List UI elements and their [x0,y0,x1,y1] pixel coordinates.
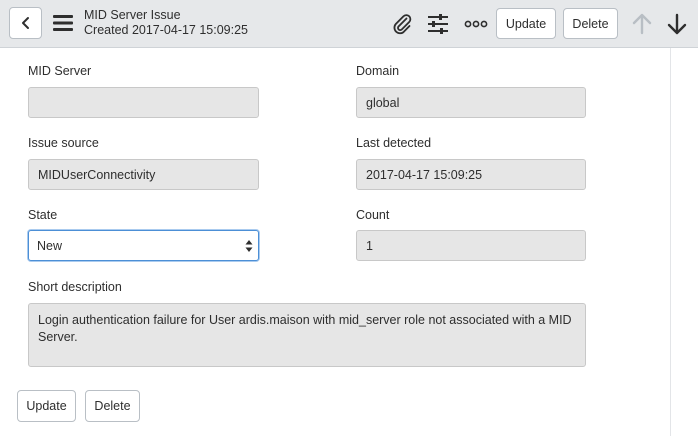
last-detected-field[interactable]: 2017-04-17 15:09:25 [356,159,586,190]
domain-label: Domain [356,64,400,78]
back-button[interactable] [9,7,42,39]
page-title: MID Server Issue [84,8,181,22]
state-select[interactable]: New [28,230,259,261]
paperclip-icon[interactable] [390,12,414,36]
short-description-label: Short description [28,280,122,294]
more-icon[interactable] [464,12,488,36]
select-arrows-icon [245,240,253,252]
count-field[interactable]: 1 [356,230,586,261]
arrow-up-icon[interactable] [630,12,654,36]
arrow-down-icon[interactable] [665,12,689,36]
mid-server-field[interactable] [28,87,259,118]
header-delete-button[interactable]: Delete [563,8,618,39]
state-selected-value: New [37,238,63,253]
short-description-field[interactable]: Login authentication failure for User ar… [28,303,586,367]
count-label: Count [356,208,390,222]
mid-server-label: MID Server [28,64,92,78]
last-detected-label: Last detected [356,136,432,150]
sliders-icon[interactable] [426,12,450,36]
domain-field[interactable]: global [356,87,586,118]
footer-delete-button[interactable]: Delete [85,390,140,422]
issue-source-label: Issue source [28,136,99,150]
header-update-button[interactable]: Update [496,8,556,39]
form-header: MID Server Issue Created 2017-04-17 15:0… [0,0,698,48]
back-icon [21,17,29,29]
scroll-area-edge [670,48,671,436]
footer-update-button[interactable]: Update [17,390,76,422]
menu-icon[interactable] [52,13,74,33]
created-timestamp: Created 2017-04-17 15:09:25 [84,23,249,37]
state-label: State [28,208,58,222]
issue-source-field[interactable]: MIDUserConnectivity [28,159,259,190]
title-block: MID Server Issue Created 2017-04-17 15:0… [84,8,248,38]
